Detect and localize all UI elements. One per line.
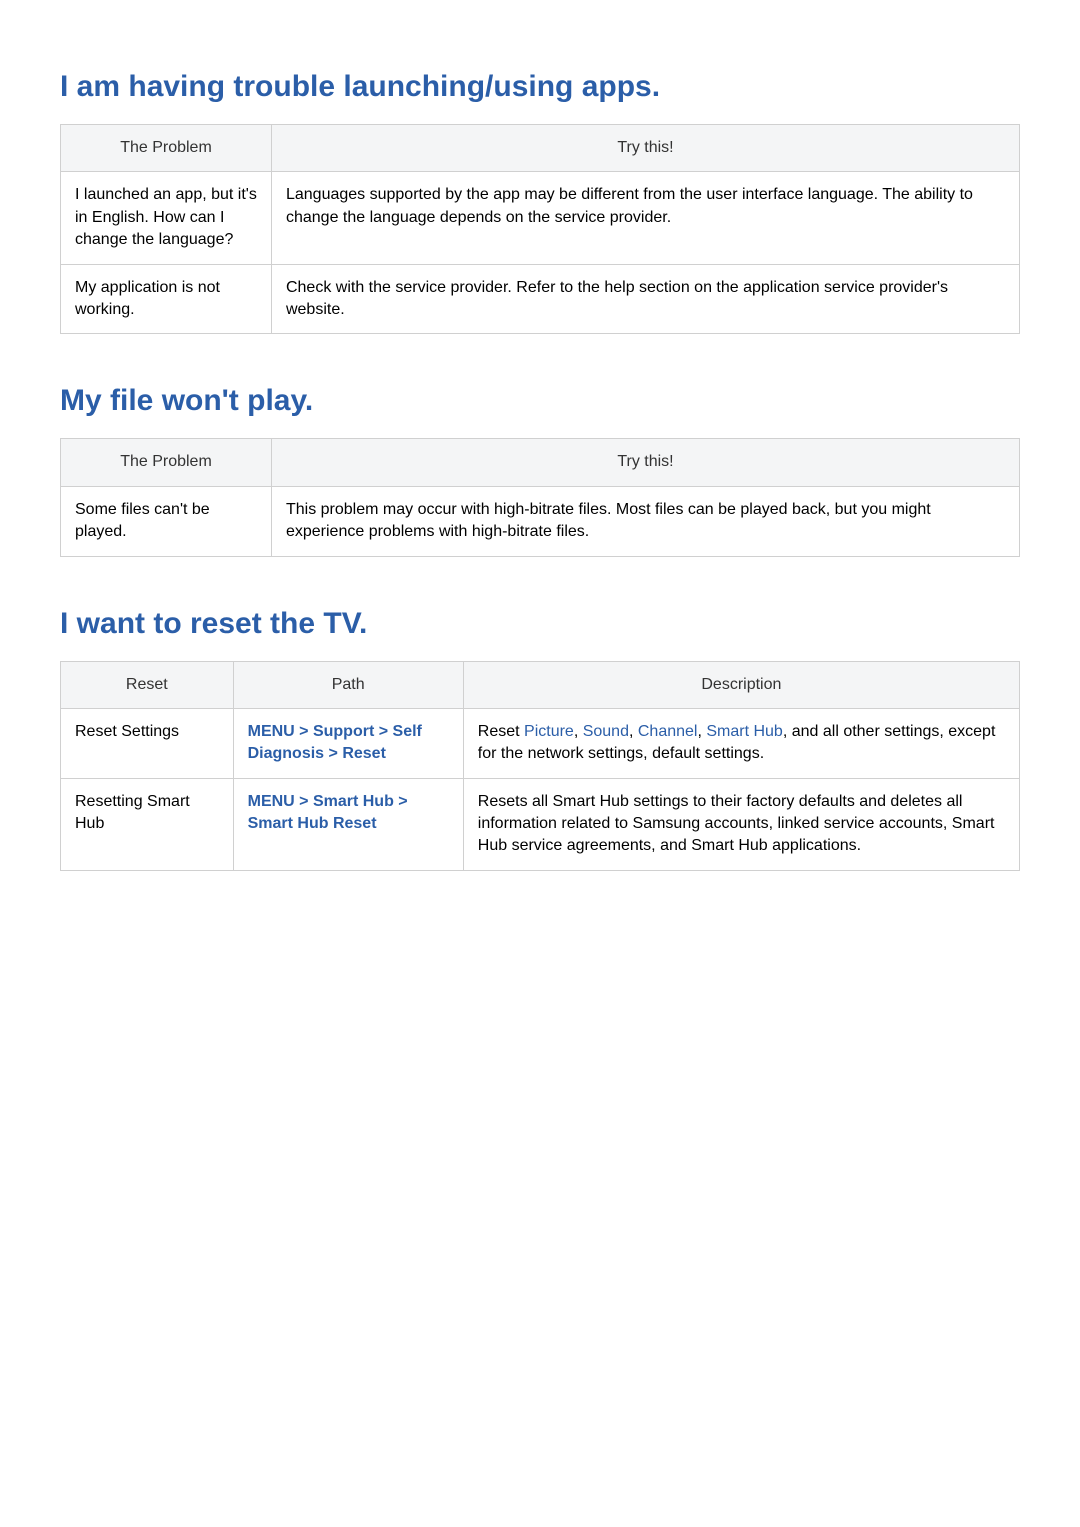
table-row: Reset Settings MENU > Support > Self Dia… bbox=[61, 708, 1020, 778]
section-heading-file: My file won't play. bbox=[60, 384, 1020, 418]
chevron-right-icon: > bbox=[394, 793, 408, 810]
th-trythis: Try this! bbox=[271, 439, 1019, 486]
cell-problem: My application is not working. bbox=[61, 264, 272, 334]
cell-path: MENU > Smart Hub > Smart Hub Reset bbox=[233, 778, 463, 870]
th-reset: Reset bbox=[61, 661, 234, 708]
chevron-right-icon: > bbox=[374, 723, 392, 740]
section-heading-reset: I want to reset the TV. bbox=[60, 607, 1020, 641]
chevron-right-icon: > bbox=[295, 793, 313, 810]
highlight-term: Channel bbox=[638, 723, 698, 740]
table-row: My application is not working. Check wit… bbox=[61, 264, 1020, 334]
chevron-right-icon: > bbox=[324, 745, 342, 762]
table-apps: The Problem Try this! I launched an app,… bbox=[60, 124, 1020, 334]
cell-description: Resets all Smart Hub settings to their f… bbox=[463, 778, 1019, 870]
cell-solution: This problem may occur with high-bitrate… bbox=[271, 486, 1019, 556]
th-description: Description bbox=[463, 661, 1019, 708]
table-file: The Problem Try this! Some files can't b… bbox=[60, 438, 1020, 556]
cell-problem: I launched an app, but it's in English. … bbox=[61, 172, 272, 264]
highlight-term: Smart Hub bbox=[706, 723, 782, 740]
cell-path: MENU > Support > Self Diagnosis > Reset bbox=[233, 708, 463, 778]
cell-reset: Resetting Smart Hub bbox=[61, 778, 234, 870]
table-reset: Reset Path Description Reset Settings ME… bbox=[60, 661, 1020, 871]
path-segment: Support bbox=[313, 723, 374, 740]
table-row: Resetting Smart Hub MENU > Smart Hub > S… bbox=[61, 778, 1020, 870]
chevron-right-icon: > bbox=[295, 723, 313, 740]
desc-text: Reset bbox=[478, 723, 524, 740]
th-problem: The Problem bbox=[61, 439, 272, 486]
table-row: Some files can't be played. This problem… bbox=[61, 486, 1020, 556]
section-heading-apps: I am having trouble launching/using apps… bbox=[60, 70, 1020, 104]
path-segment: MENU bbox=[248, 723, 295, 740]
path-segment: Smart Hub Reset bbox=[248, 815, 377, 832]
cell-description: Reset Picture, Sound, Channel, Smart Hub… bbox=[463, 708, 1019, 778]
path-segment: MENU bbox=[248, 793, 295, 810]
cell-problem: Some files can't be played. bbox=[61, 486, 272, 556]
path-segment: Reset bbox=[342, 745, 386, 762]
table-row: I launched an app, but it's in English. … bbox=[61, 172, 1020, 264]
cell-reset: Reset Settings bbox=[61, 708, 234, 778]
th-problem: The Problem bbox=[61, 125, 272, 172]
highlight-term: Picture bbox=[524, 723, 574, 740]
path-segment: Smart Hub bbox=[313, 793, 394, 810]
th-trythis: Try this! bbox=[271, 125, 1019, 172]
highlight-term: Sound bbox=[583, 723, 629, 740]
th-path: Path bbox=[233, 661, 463, 708]
cell-solution: Check with the service provider. Refer t… bbox=[271, 264, 1019, 334]
cell-solution: Languages supported by the app may be di… bbox=[271, 172, 1019, 264]
